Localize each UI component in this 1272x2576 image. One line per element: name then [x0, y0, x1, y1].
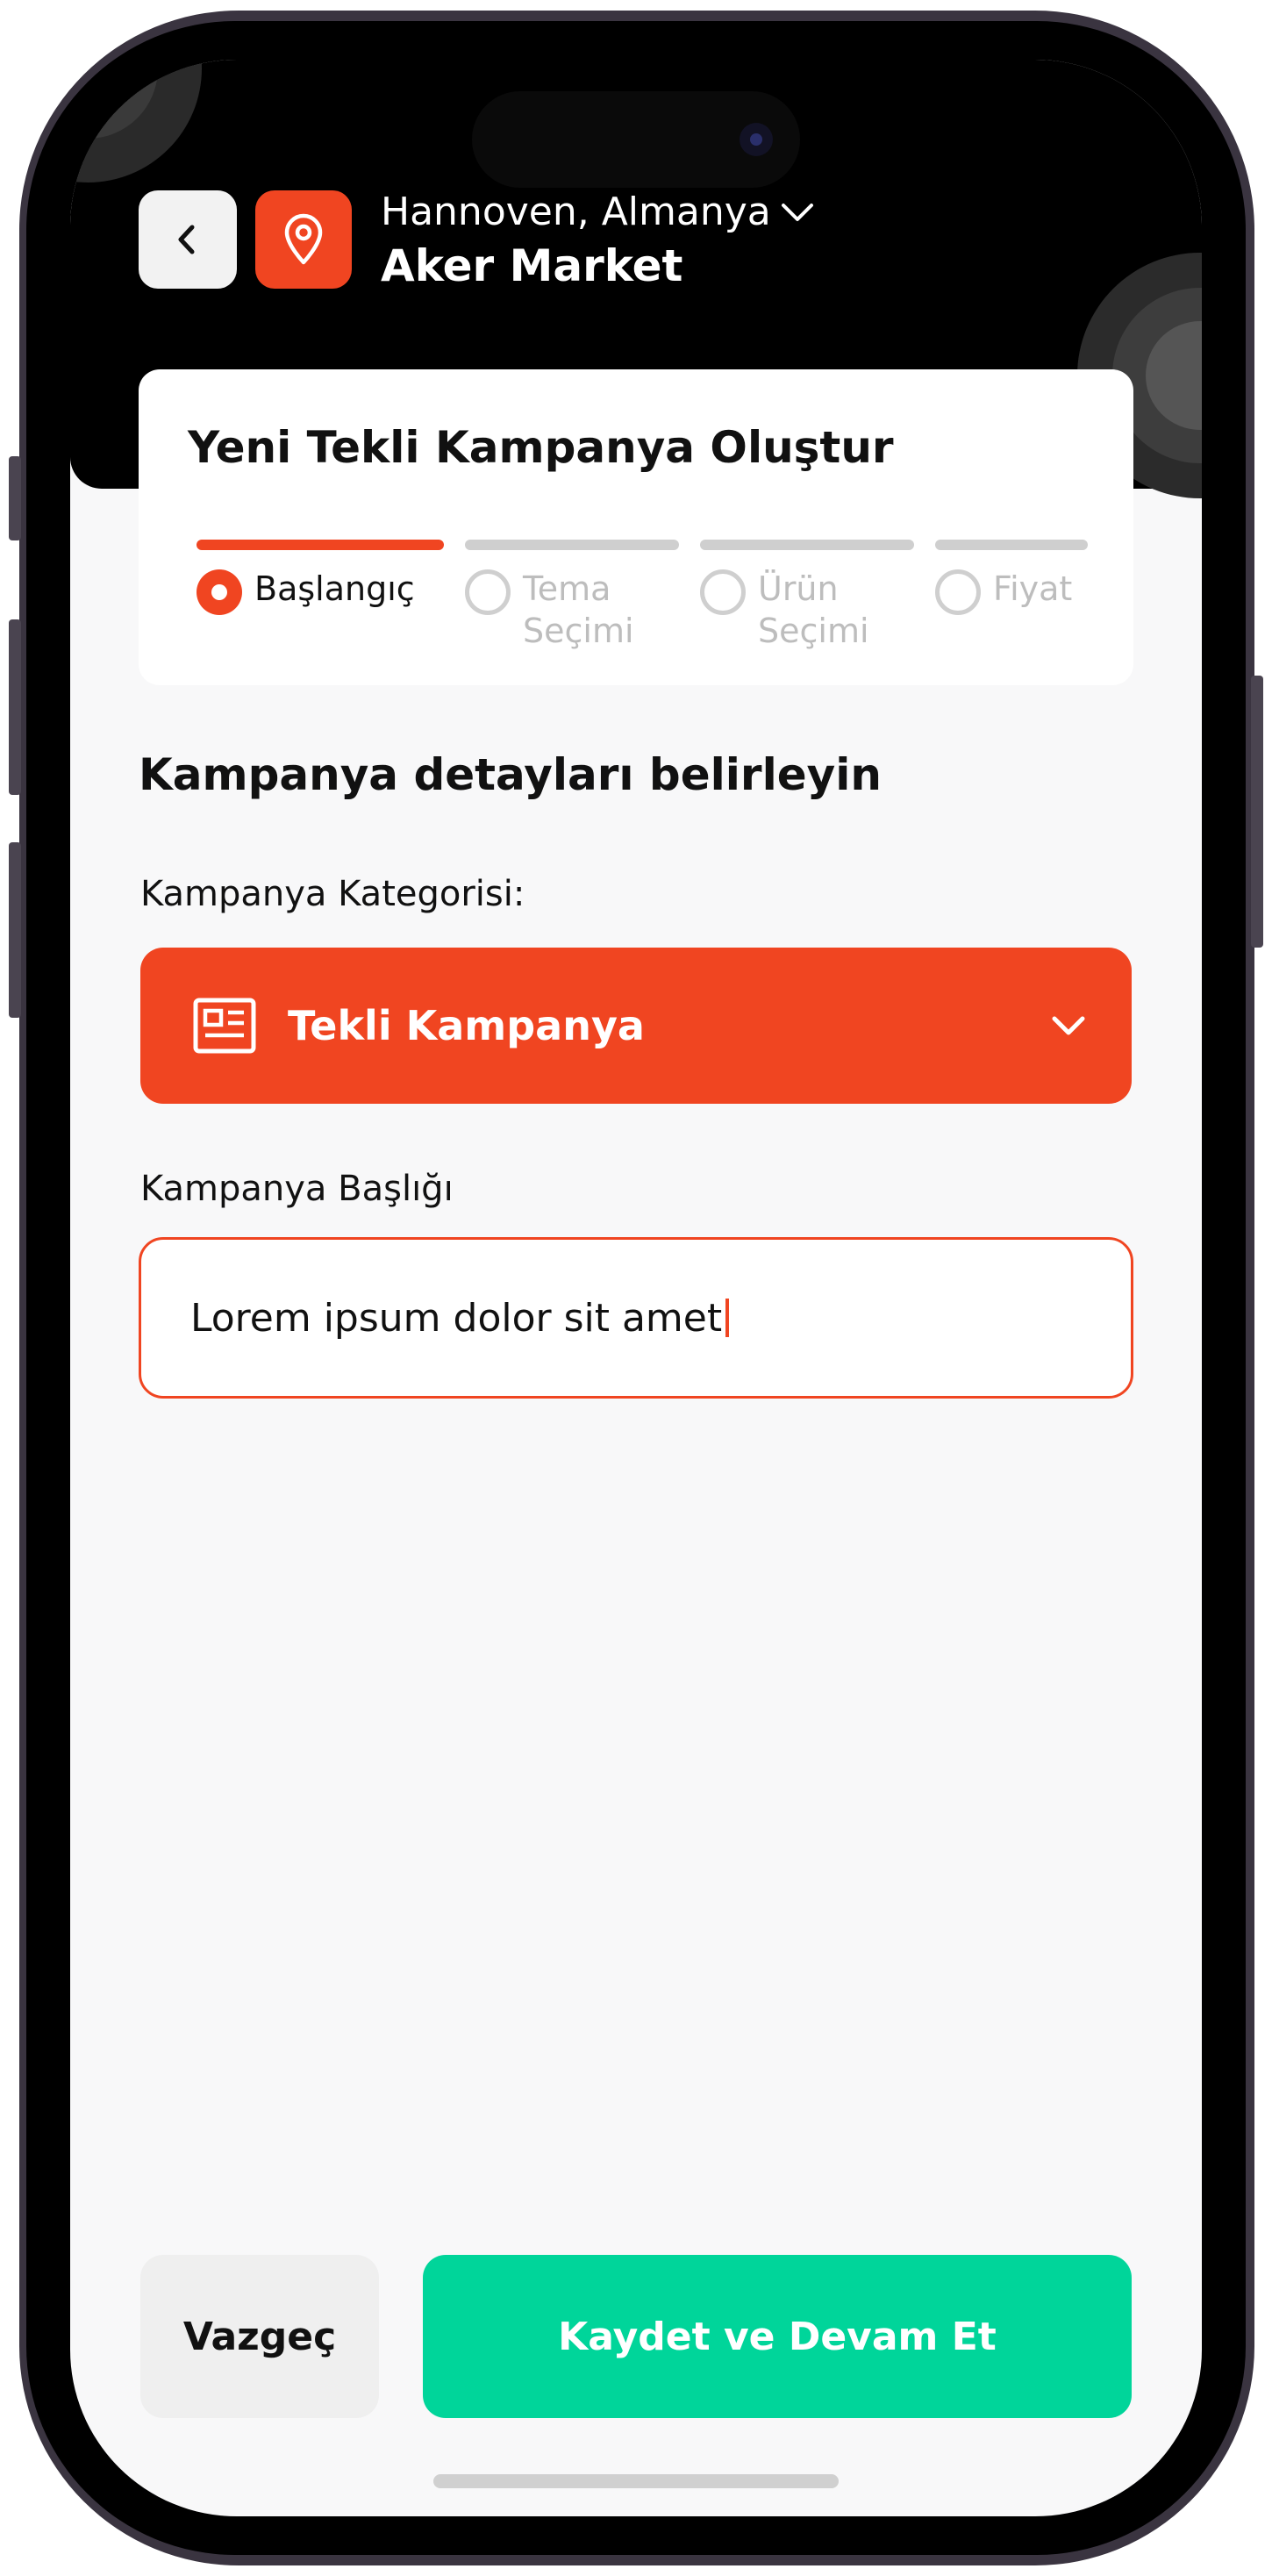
step-radio [935, 569, 981, 615]
step-radio [465, 569, 511, 615]
wizard-card: Yeni Tekli Kampanya Oluştur Başlangıç Te… [139, 369, 1133, 685]
step-radio [700, 569, 746, 615]
step-label: Ürün Seçimi [758, 569, 869, 650]
step-label: Fiyat [993, 569, 1073, 608]
chevron-down-icon [1052, 1016, 1085, 1035]
step-start[interactable]: Başlangıç [197, 568, 415, 615]
save-continue-button[interactable]: Kaydet ve Devam Et [423, 2255, 1132, 2418]
location-pin-icon [284, 213, 323, 265]
category-value: Tekli Kampanya [288, 1002, 645, 1049]
step-label: Başlangıç [254, 569, 415, 608]
phone-action-button [9, 456, 21, 540]
section-title: Kampanya detayları belirleyin [139, 749, 882, 800]
step-price[interactable]: Fiyat [935, 568, 1072, 615]
step-progress-bar-2 [465, 540, 679, 550]
campaign-title-input[interactable]: Lorem ipsum dolor sit amet [139, 1237, 1133, 1399]
wizard-title: Yeni Tekli Kampanya Oluştur [188, 422, 894, 473]
store-name: Aker Market [381, 240, 683, 291]
step-product[interactable]: Ürün Seçimi [700, 568, 869, 652]
step-radio-active [197, 569, 242, 615]
text-caret [725, 1299, 730, 1337]
phone-volume-up-button [9, 619, 21, 795]
location-button[interactable] [255, 190, 352, 289]
phone-power-button [1251, 676, 1263, 948]
step-progress-bar-1 [197, 540, 444, 550]
front-camera [740, 123, 773, 156]
title-label: Kampanya Başlığı [140, 1169, 454, 1209]
step-progress-bar-4 [935, 540, 1088, 550]
category-label: Kampanya Kategorisi: [140, 874, 525, 914]
home-indicator[interactable] [433, 2474, 839, 2488]
newspaper-icon [193, 998, 256, 1054]
step-label: Tema Seçimi [523, 569, 634, 650]
location-city: Hannoven, Almanya [381, 190, 771, 234]
campaign-title-value: Lorem ipsum dolor sit amet [190, 1295, 723, 1341]
category-select[interactable]: Tekli Kampanya [140, 948, 1132, 1104]
step-theme[interactable]: Tema Seçimi [465, 568, 634, 652]
cancel-button[interactable]: Vazgeç [140, 2255, 379, 2418]
phone-screen: Hannoven, Almanya Aker Market Yeni Tekli… [70, 60, 1202, 2516]
step-progress-bar-3 [700, 540, 914, 550]
back-chevron-icon [178, 225, 195, 254]
chevron-down-icon [781, 204, 813, 221]
phone-volume-down-button [9, 842, 21, 1018]
back-button[interactable] [139, 190, 237, 289]
location-selector[interactable]: Hannoven, Almanya [381, 189, 815, 236]
